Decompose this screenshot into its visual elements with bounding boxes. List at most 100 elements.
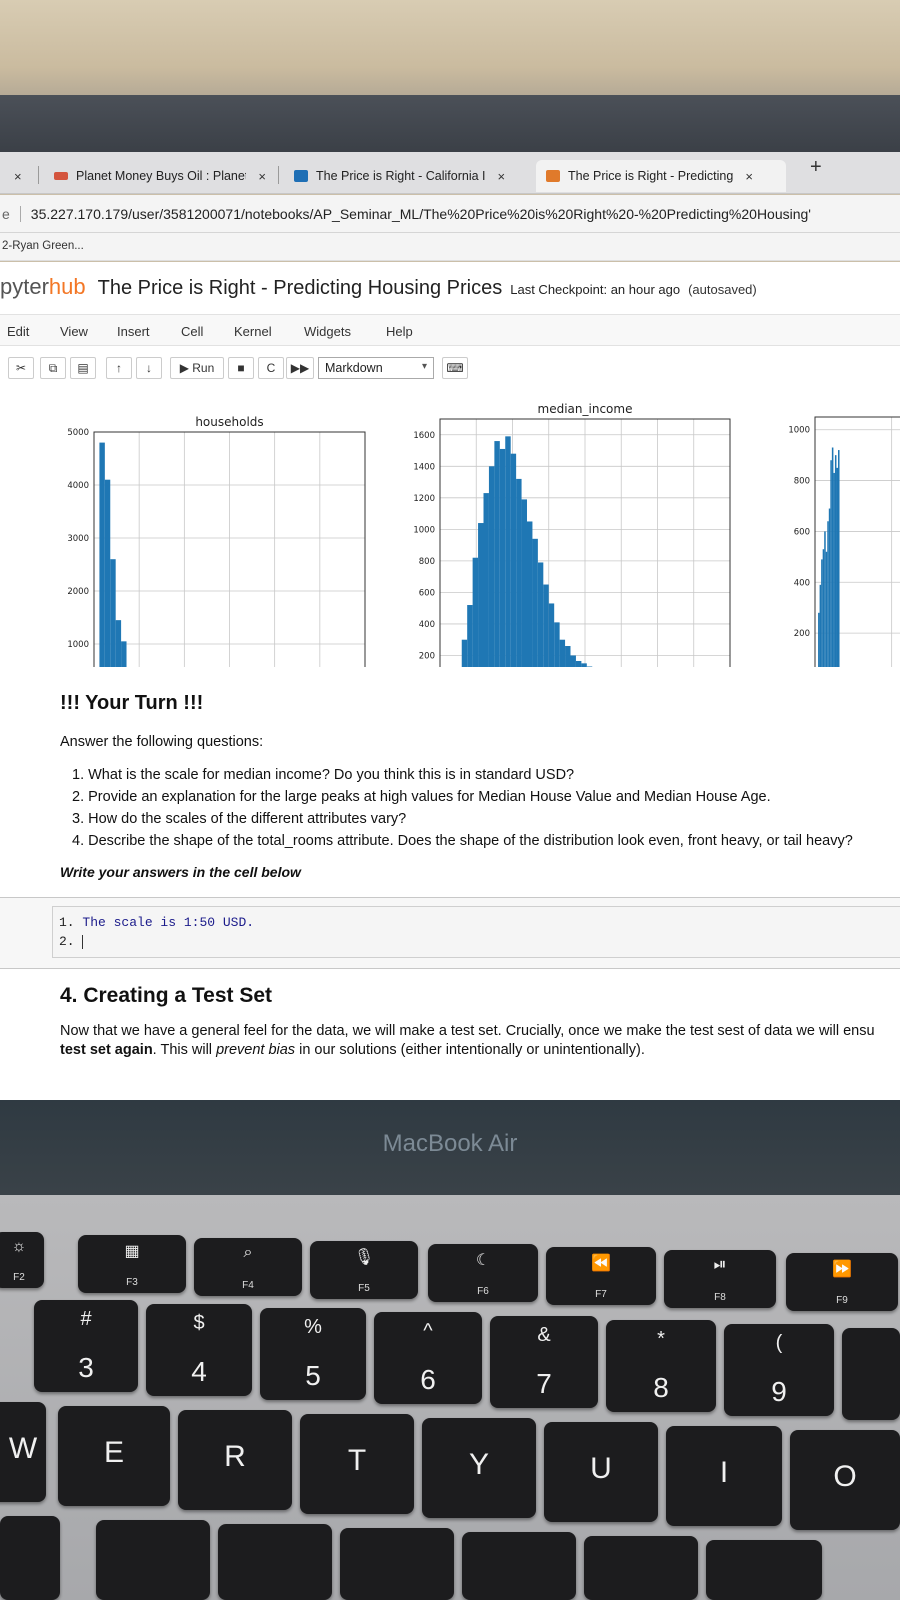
histogram-bar <box>818 612 820 684</box>
paragraph-text: . This will <box>152 1042 217 1058</box>
key-f7[interactable]: ⏪ F7 <box>546 1247 656 1305</box>
histogram-bar <box>830 460 832 684</box>
key-symbol: & <box>537 1324 551 1346</box>
cell-editor[interactable]: 1. The scale is 1:50 USD. 2. <box>52 906 900 958</box>
key-f5[interactable]: 🎙 F5 <box>310 1241 418 1299</box>
key-f4[interactable]: ⌕ F4 <box>194 1238 302 1296</box>
bookmark-item[interactable]: 2-Ryan Green... <box>2 240 84 252</box>
menu-kernel[interactable]: Kernel <box>234 324 272 339</box>
restart-icon[interactable]: C <box>258 357 284 379</box>
npr-favicon-icon <box>54 172 68 180</box>
jupyter-favicon-icon <box>546 170 560 182</box>
histogram-bar <box>559 639 566 687</box>
y-tick-label: 400 <box>419 620 435 630</box>
key-i[interactable]: I <box>666 1426 782 1526</box>
text-cursor <box>82 934 84 949</box>
histogram-bar <box>478 523 484 687</box>
key-partial[interactable] <box>218 1524 332 1600</box>
histogram-bar <box>110 559 116 697</box>
key-digit: 4 <box>191 1356 207 1387</box>
tab-price-right-california[interactable]: The Price is Right - California I × <box>284 160 528 192</box>
line-number: 2. <box>59 934 75 949</box>
menu-edit[interactable]: Edit <box>7 324 29 339</box>
key-label: F9 <box>836 1295 848 1306</box>
notebook-header: pyterhub The Price is Right - Predicting… <box>0 262 900 310</box>
key-w[interactable]: W <box>0 1402 46 1502</box>
menu-insert[interactable]: Insert <box>117 324 150 339</box>
y-tick-label: 1000 <box>413 525 435 535</box>
key-e[interactable]: E <box>58 1406 170 1506</box>
y-tick-label: 600 <box>419 588 435 598</box>
answer-cell[interactable]: 1. The scale is 1:50 USD. 2. <box>0 897 900 969</box>
key-7[interactable]: & 7 <box>490 1316 598 1408</box>
key-8[interactable]: * 8 <box>606 1320 716 1412</box>
url-text[interactable]: 35.227.170.179/user/3581200071/notebooks… <box>31 206 811 222</box>
key-4[interactable]: $4 <box>146 1304 252 1396</box>
key-u[interactable]: U <box>544 1422 658 1522</box>
key-y[interactable]: Y <box>422 1418 536 1518</box>
tab-partial[interactable]: × <box>0 160 40 192</box>
histogram-bar <box>483 493 489 687</box>
bold-text: test set again <box>60 1042 153 1058</box>
new-tab-button[interactable]: + <box>810 156 822 179</box>
list-item: 4. Describe the shape of the total_rooms… <box>72 833 853 855</box>
key-r[interactable]: R <box>178 1410 292 1510</box>
histogram-bar <box>527 521 533 687</box>
y-tick-label: 1600 <box>413 431 435 441</box>
key-6[interactable]: ^ 6 <box>374 1312 482 1404</box>
menu-view[interactable]: View <box>60 324 88 339</box>
question-number: 1. <box>72 767 85 783</box>
close-icon[interactable]: × <box>258 169 266 184</box>
cut-icon[interactable]: ✂ <box>8 357 34 379</box>
key-9[interactable]: (9 <box>724 1324 834 1416</box>
close-icon[interactable]: × <box>14 169 22 184</box>
key-5[interactable]: % 5 <box>260 1308 366 1400</box>
histogram-bar <box>467 605 473 687</box>
fast-forward-icon[interactable]: ▶▶ <box>286 357 314 379</box>
keyboard-icon[interactable]: ⌨ <box>442 357 468 379</box>
menu-widgets[interactable]: Widgets <box>304 324 351 339</box>
address-bar[interactable]: e 35.227.170.179/user/3581200071/noteboo… <box>0 195 900 233</box>
close-icon[interactable]: × <box>498 169 506 184</box>
question-text: What is the scale for median income? Do … <box>88 767 575 783</box>
key-f9[interactable]: ⏩ F9 <box>786 1253 898 1311</box>
key-3[interactable]: #3 <box>34 1300 138 1392</box>
key-partial[interactable] <box>584 1536 698 1600</box>
key-partial[interactable] <box>96 1520 210 1600</box>
menu-cell[interactable]: Cell <box>181 324 203 339</box>
histogram-bar <box>472 557 479 687</box>
menu-help[interactable]: Help <box>386 324 413 339</box>
histogram-bar <box>570 655 576 687</box>
cell-type-select[interactable]: Markdown ▾ <box>318 357 434 379</box>
run-button[interactable]: ▶ Run <box>170 357 224 379</box>
browser-tab-bar: × Planet Money Buys Oil : Planet × The P… <box>0 152 900 194</box>
notebook-title[interactable]: The Price is Right - Predicting Housing … <box>98 277 503 300</box>
move-down-icon[interactable]: ↓ <box>136 357 162 379</box>
stop-icon[interactable]: ■ <box>228 357 254 379</box>
key-o[interactable]: O <box>790 1430 900 1530</box>
close-icon[interactable]: × <box>745 169 753 184</box>
move-up-icon[interactable]: ↑ <box>106 357 132 379</box>
key-f3[interactable]: ▦ F3 <box>78 1235 186 1293</box>
key-f8[interactable]: ⏯ F8 <box>664 1250 776 1308</box>
tab-planet-money[interactable]: Planet Money Buys Oil : Planet × <box>44 160 276 192</box>
paste-icon[interactable]: ▤ <box>70 357 96 379</box>
histogram-bar <box>537 562 544 687</box>
key-partial[interactable] <box>340 1528 454 1600</box>
key-partial[interactable] <box>706 1540 822 1600</box>
key-0-partial[interactable] <box>842 1328 900 1420</box>
key-f2[interactable]: ☼ F2 <box>0 1232 44 1288</box>
tab-price-right-predicting[interactable]: The Price is Right - Predicting × <box>536 160 786 192</box>
code-line: 2. <box>59 932 895 951</box>
key-t[interactable]: T <box>300 1414 414 1514</box>
write-answers-prompt: Write your answers in the cell below <box>60 864 301 880</box>
section-paragraph: Now that we have a general feel for the … <box>60 1022 875 1060</box>
key-partial[interactable] <box>462 1532 576 1600</box>
your-turn-intro: Answer the following questions: <box>60 734 264 750</box>
key-f6[interactable]: ☾ F6 <box>428 1244 538 1302</box>
key-partial[interactable] <box>0 1516 60 1600</box>
copy-icon[interactable]: ⧉ <box>40 357 66 379</box>
histogram-bar <box>831 447 834 684</box>
jupyterhub-logo[interactable]: pyterhub <box>0 274 86 300</box>
key-symbol: % <box>304 1316 322 1338</box>
